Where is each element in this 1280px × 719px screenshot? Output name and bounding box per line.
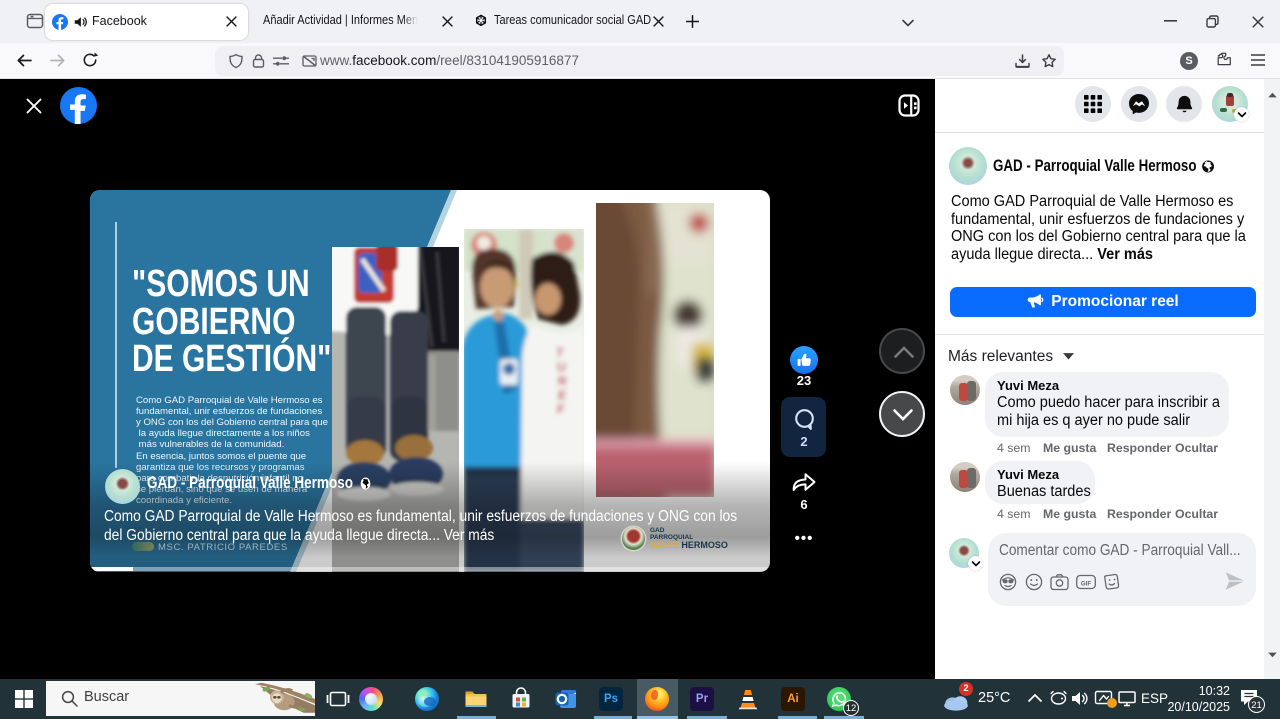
svg-text:GIF: GIF — [1081, 580, 1092, 587]
